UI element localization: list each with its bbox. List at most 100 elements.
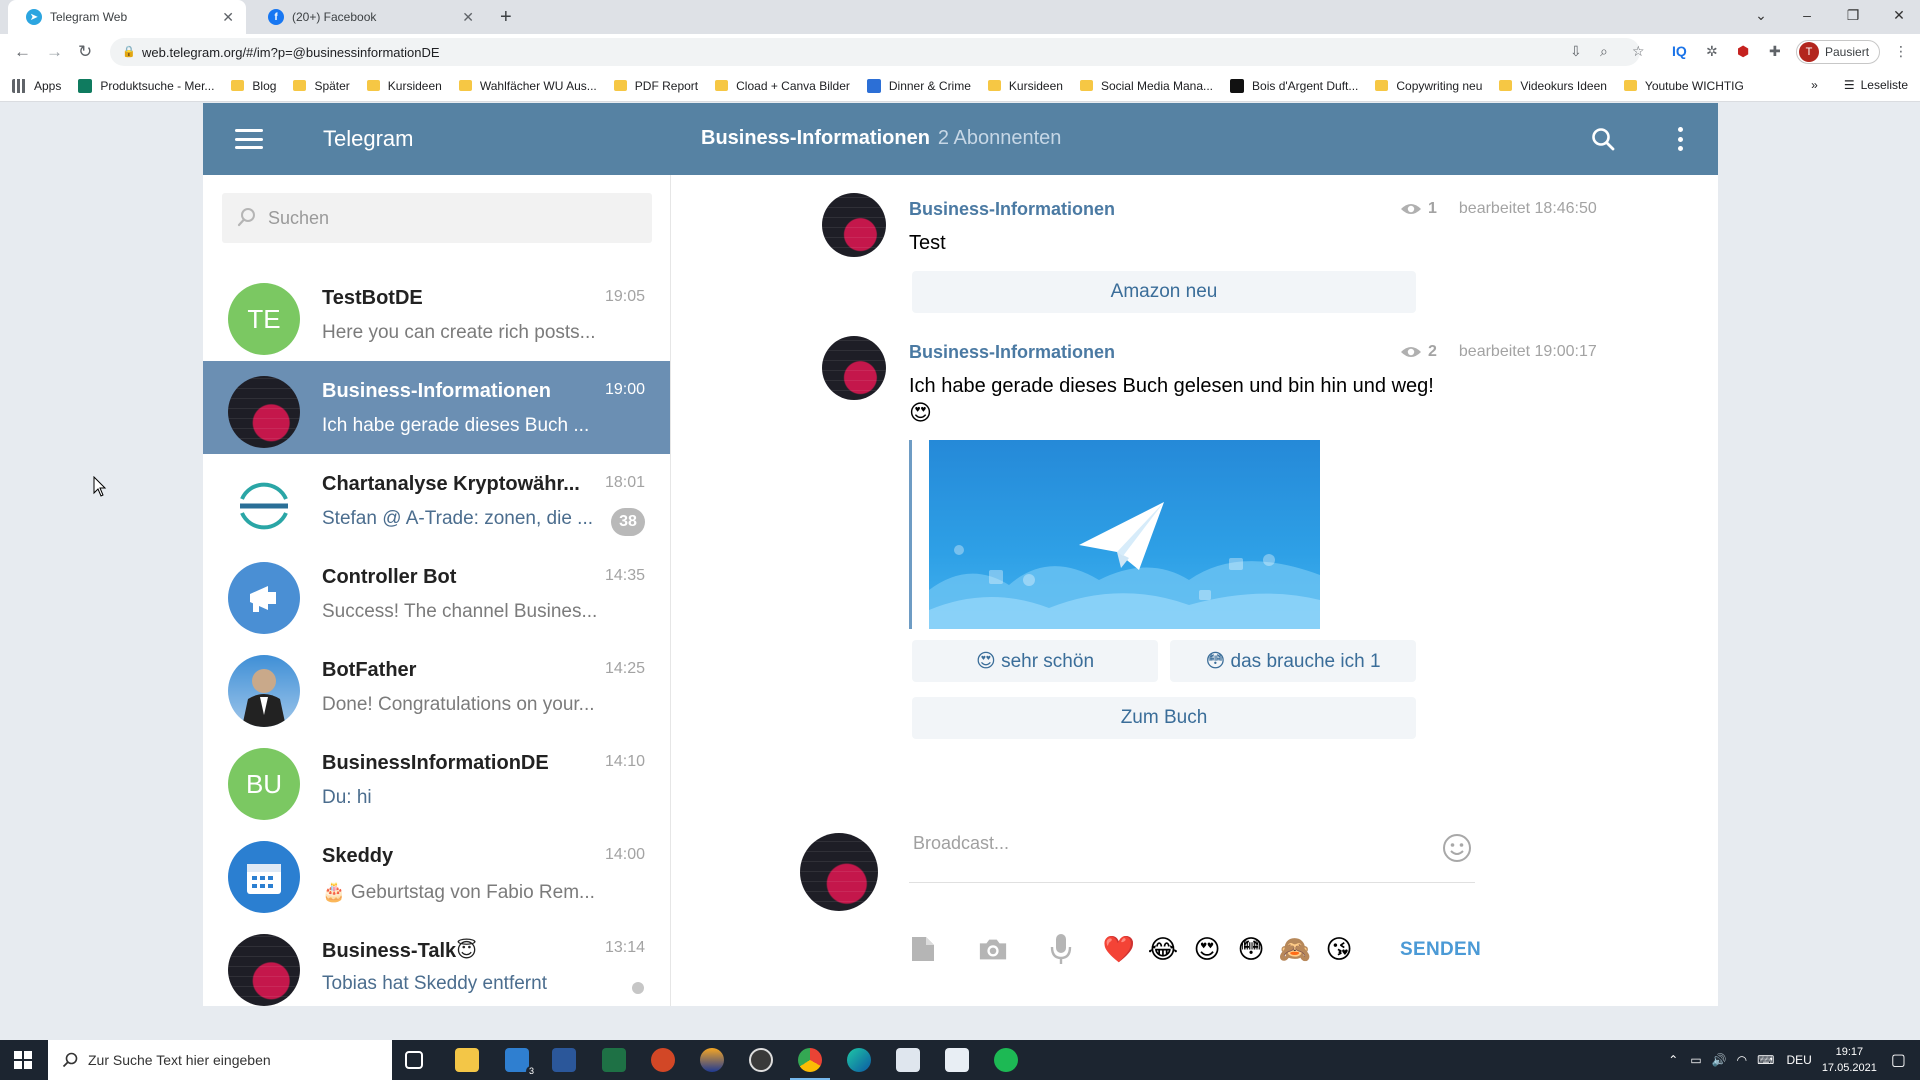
extension-icon[interactable]: ✲ [1706,43,1718,60]
inline-button-zum-buch[interactable]: Zum Buch [912,697,1416,739]
dialog-item[interactable]: Business-Talk😇 13:14 Tobias hat Skeddy e… [203,919,670,1006]
file-explorer-icon[interactable] [455,1048,479,1072]
battery-icon[interactable]: ▭ [1690,1053,1701,1067]
forward-icon[interactable]: → [46,42,63,62]
bookmark-item[interactable]: Videokurs Ideen [1499,79,1607,93]
search-input[interactable]: Suchen [222,193,652,243]
tab-close-icon[interactable]: ✕ [222,9,234,26]
post-author[interactable]: Business-Informationen [909,199,1115,220]
bookmark-item[interactable]: Wahlfächer WU Aus... [458,79,597,93]
tab-facebook[interactable]: f (20+) Facebook ✕ [250,0,486,34]
language-indicator[interactable]: DEU [1786,1053,1811,1067]
emoji-joy[interactable]: 😂 [1141,934,1185,965]
taskbar-search-input[interactable]: Zur Suche Text hier eingeben [48,1040,392,1080]
avatar[interactable] [822,193,886,257]
bookmark-apps[interactable]: Apps [12,78,61,93]
app-icon[interactable] [700,1048,724,1072]
bookmark-item[interactable]: Cload + Canva Bilder [715,79,850,93]
profile-button[interactable]: T Pausiert [1796,40,1881,64]
restore-icon[interactable]: ❐ [1830,0,1876,30]
hamburger-menu-icon[interactable] [235,129,263,149]
minimize-icon[interactable]: – [1784,0,1830,30]
dialog-item[interactable]: Skeddy 14:00 🎂 Geburtstag von Fabio Rem.… [203,826,670,919]
peer-header[interactable]: Business-Informationen 2 Abonnenten [701,127,1061,150]
task-view-icon[interactable] [405,1051,423,1069]
spotify-icon[interactable] [994,1048,1018,1072]
reaction-button-das-brauche-ich[interactable]: 😳 das brauche ich 1 [1170,640,1416,682]
dialog-item[interactable]: Controller Bot 14:35 Success! The channe… [203,547,670,640]
windows-start-icon[interactable] [14,1051,32,1069]
dialog-name: Business-Informationen [322,380,551,402]
zoom-icon[interactable]: ⌕ [1600,43,1608,60]
dialog-item[interactable]: BotFather 14:25 Done! Congratulations on… [203,640,670,733]
more-bookmarks-icon[interactable]: » [1811,78,1818,92]
tray-chevron-icon[interactable]: ⌃ [1668,1053,1678,1067]
install-icon[interactable]: ⇩ [1570,43,1582,60]
bookmark-item[interactable]: Kursideen [987,79,1063,93]
bookmark-item[interactable]: Später [293,79,350,93]
tab-search-icon[interactable]: ⌄ [1738,0,1784,30]
address-bar[interactable]: 🔒 web.telegram.org/#/im?p=@businessinfor… [110,38,1640,66]
bookmark-star-icon[interactable]: ☆ [1632,43,1645,60]
obs-icon[interactable] [749,1048,773,1072]
emoji-heart-eyes[interactable]: 😍 [1185,934,1229,965]
dialog-item[interactable]: Business-Informationen 19:00 Ich habe ge… [203,361,670,454]
bookmark-item[interactable]: Copywriting neu [1375,79,1482,93]
dialog-item[interactable]: Chartanalyse Kryptowähr... 18:01 Stefan … [203,454,670,547]
search-icon[interactable] [1591,127,1615,151]
send-button[interactable]: SENDEN [1400,939,1481,961]
more-options-icon[interactable] [1677,127,1683,151]
emoji-heart[interactable]: ❤️ [1097,934,1141,965]
reading-list-button[interactable]: Leseliste [1861,78,1908,92]
bookmark-item[interactable]: Dinner & Crime [866,78,971,93]
inline-button-amazon[interactable]: Amazon neu [912,271,1416,313]
attach-file-icon[interactable] [908,934,938,964]
browser-menu-icon[interactable]: ⋮ [1894,43,1908,60]
bookmark-item[interactable]: Bois d'Argent Duft... [1230,78,1358,93]
emoji-kiss[interactable]: 😘 [1317,934,1361,965]
microphone-icon[interactable] [1046,934,1076,964]
window-close-icon[interactable]: ✕ [1876,0,1920,30]
bookmark-item[interactable]: PDF Report [613,79,698,93]
volume-icon[interactable]: 🔊 [1712,1053,1727,1067]
app-icon[interactable] [896,1048,920,1072]
edge-icon[interactable] [847,1048,871,1072]
emoji-see-no-evil[interactable]: 🙈 [1273,934,1317,965]
adblock-icon[interactable]: ⬢ [1737,43,1749,60]
reaction-button-sehr-schoen[interactable]: 😍 sehr schön [912,640,1158,682]
tab-close-icon[interactable]: ✕ [462,9,474,26]
post-views: 2 [1400,343,1437,361]
powerpoint-icon[interactable] [651,1048,675,1072]
bookmark-item[interactable]: Blog [231,79,276,93]
mail-icon[interactable]: 3 [505,1048,537,1076]
extension-iq-icon[interactable]: IQ [1672,43,1687,59]
bookmark-item[interactable]: Produktsuche - Mer... [78,78,214,93]
broadcast-input[interactable]: Broadcast... [909,823,1475,883]
new-tab-icon[interactable]: + [500,6,512,29]
camera-icon[interactable] [978,934,1008,964]
network-icon[interactable]: ◠ [1737,1053,1747,1067]
chrome-icon[interactable] [790,1048,830,1080]
dialog-time: 14:00 [604,846,645,863]
telegram-preview-image[interactable] [929,440,1320,629]
emoji-flushed[interactable]: 😳 [1229,934,1273,965]
keyboard-icon[interactable]: ⌨ [1757,1053,1774,1067]
avatar[interactable] [822,336,886,400]
back-icon[interactable]: ← [14,42,31,62]
reload-icon[interactable]: ↻ [78,42,92,62]
dialog-item[interactable]: TE TestBotDE 19:05 Here you can create r… [203,268,670,361]
post-author[interactable]: Business-Informationen [909,342,1115,363]
tab-telegram-web[interactable]: ➤ Telegram Web ✕ [8,0,246,34]
bookmark-item[interactable]: Social Media Mana... [1079,79,1213,93]
app-icon[interactable] [945,1048,969,1072]
emoji-smile-icon[interactable] [1441,832,1473,864]
taskbar-clock[interactable]: 19:17 17.05.2021 [1822,1044,1877,1076]
dialog-item[interactable]: BU BusinessInformationDE 14:10 Du: hi [203,733,670,826]
word-icon[interactable] [552,1048,576,1072]
bookmark-item[interactable]: Kursideen [366,79,442,93]
notifications-icon[interactable]: ▢ [1891,1050,1906,1070]
bookmark-item[interactable]: Youtube WICHTIG [1623,79,1744,93]
dialog-message: Du: hi [322,787,372,808]
excel-icon[interactable] [602,1048,626,1072]
extensions-puzzle-icon[interactable]: ✚ [1769,43,1781,60]
